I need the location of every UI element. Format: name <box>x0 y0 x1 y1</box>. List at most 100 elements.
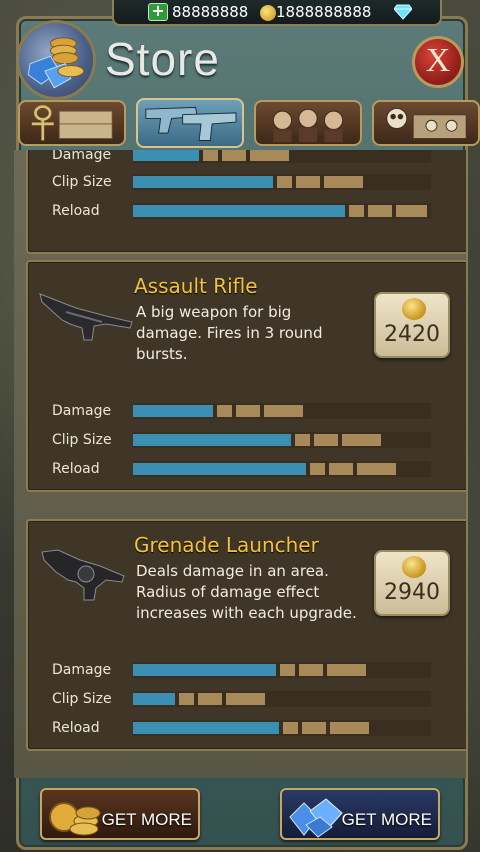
tab-traps[interactable] <box>372 100 480 146</box>
stat-fill <box>133 405 213 417</box>
store-item-list[interactable]: Damage Clip Size Reload Assault Rifle A … <box>14 150 466 778</box>
stat-upgrade-segment <box>283 722 298 734</box>
tab-misc[interactable] <box>18 100 126 146</box>
description-line: Radius of damage effect <box>136 583 320 601</box>
close-button[interactable]: X <box>412 36 464 88</box>
grenade-launcher-icon <box>41 549 125 601</box>
stat-upgrade-segment <box>198 693 222 705</box>
stat-fill <box>133 176 273 188</box>
tab-weapons[interactable] <box>136 98 244 148</box>
stat-bar <box>133 174 431 190</box>
stat-bar <box>133 432 431 448</box>
characters-icon <box>272 108 344 143</box>
stat-bar <box>133 403 431 419</box>
gems-icon <box>289 798 343 838</box>
stat-fill <box>133 205 345 217</box>
skull-traps-icon <box>386 107 467 139</box>
stat-upgrade-segment <box>327 664 366 676</box>
stat-upgrade-segment <box>203 150 218 161</box>
footer: GET MORE GET MORE <box>14 780 466 850</box>
ankh-crate-icon <box>31 105 113 141</box>
gold-coin-icon <box>402 556 426 578</box>
stat-upgrade-segment <box>396 205 427 217</box>
get-more-label: GET MORE <box>101 810 192 829</box>
item-name: Grenade Launcher <box>134 533 319 557</box>
stat-label: Clip Size <box>52 691 112 707</box>
stat-bar <box>133 691 431 707</box>
get-more-gold-button[interactable]: GET MORE <box>40 788 200 840</box>
stat-bar <box>133 662 431 678</box>
stat-label: Clip Size <box>52 432 112 448</box>
stat-upgrade-segment <box>329 463 353 475</box>
stat-row-reload: Reload <box>40 717 432 739</box>
stat-upgrade-segment <box>302 722 326 734</box>
stat-label: Reload <box>52 461 100 477</box>
stat-upgrade-segment <box>357 463 396 475</box>
price-value: 2420 <box>384 322 440 347</box>
stat-upgrade-segment <box>280 664 295 676</box>
stat-upgrade-segment <box>179 693 194 705</box>
stat-fill <box>133 693 175 705</box>
page-title: Store <box>105 33 220 85</box>
get-more-gems-button[interactable]: GET MORE <box>280 788 440 840</box>
stat-upgrade-segment <box>226 693 265 705</box>
stat-label: Damage <box>52 403 112 419</box>
assault-rifle-icon <box>39 293 133 341</box>
gem-icon <box>394 4 412 20</box>
cash-icon: + <box>148 3 168 21</box>
stat-upgrade-segment <box>217 405 232 417</box>
stat-label: Damage <box>52 150 112 163</box>
stat-upgrade-segment <box>277 176 292 188</box>
buy-grenade-launcher-button[interactable]: 2940 <box>374 550 450 616</box>
cash-value: 88888888 <box>172 3 249 21</box>
item-description: Deals damage in an area. Radius of damag… <box>136 561 357 624</box>
stat-upgrade-segment <box>314 434 338 446</box>
item-description: A big weapon for big damage. Fires in 3 … <box>136 302 322 365</box>
stat-row-damage: Damage <box>40 400 432 422</box>
stat-fill <box>133 463 306 475</box>
stat-upgrade-segment <box>236 405 260 417</box>
stat-upgrade-segment <box>330 722 369 734</box>
stat-row-clip-size: Clip Size <box>40 429 432 451</box>
stat-upgrade-segment <box>310 463 325 475</box>
description-line: A big weapon for big <box>136 303 292 321</box>
gold-coins-icon <box>49 802 101 836</box>
stat-upgrade-segment <box>296 176 320 188</box>
stat-bar <box>133 720 431 736</box>
item-name: Assault Rifle <box>134 274 258 298</box>
stat-upgrade-segment <box>342 434 381 446</box>
pistols-icon <box>145 106 237 141</box>
gold-value: 1888888888 <box>276 3 372 21</box>
description-line: bursts. <box>136 345 188 363</box>
stat-row-clip-size: Clip Size <box>40 171 432 193</box>
stat-upgrade-segment <box>368 205 392 217</box>
stat-bar <box>133 461 431 477</box>
stat-label: Reload <box>52 720 100 736</box>
gold-coin-icon <box>260 5 276 21</box>
description-line: damage. Fires in 3 round <box>136 324 323 342</box>
buy-assault-rifle-button[interactable]: 2420 <box>374 292 450 358</box>
description-line: increases with each upgrade. <box>136 604 357 622</box>
stat-row-reload: Reload <box>40 200 432 222</box>
tab-characters[interactable] <box>254 100 362 146</box>
stat-row-clip-size: Clip Size <box>40 688 432 710</box>
stat-row-damage: Damage <box>40 659 432 681</box>
stat-bar <box>133 150 431 163</box>
stat-upgrade-segment <box>299 664 323 676</box>
stat-fill <box>133 150 199 161</box>
stat-upgrade-segment <box>250 150 289 161</box>
stat-upgrade-segment <box>222 150 246 161</box>
description-line: Deals damage in an area. <box>136 562 329 580</box>
stat-upgrade-segment <box>349 205 364 217</box>
stat-upgrade-segment <box>295 434 310 446</box>
stat-label: Reload <box>52 203 100 219</box>
stat-fill <box>133 434 291 446</box>
currency-bar: + 88888888 1888888888 <box>112 0 442 26</box>
stat-row-reload: Reload <box>40 458 432 480</box>
price-value: 2940 <box>384 580 440 605</box>
stat-label: Clip Size <box>52 174 112 190</box>
get-more-label: GET MORE <box>341 810 432 829</box>
gold-coin-icon <box>402 298 426 320</box>
store-badge-icon <box>16 20 96 100</box>
stat-label: Damage <box>52 662 112 678</box>
